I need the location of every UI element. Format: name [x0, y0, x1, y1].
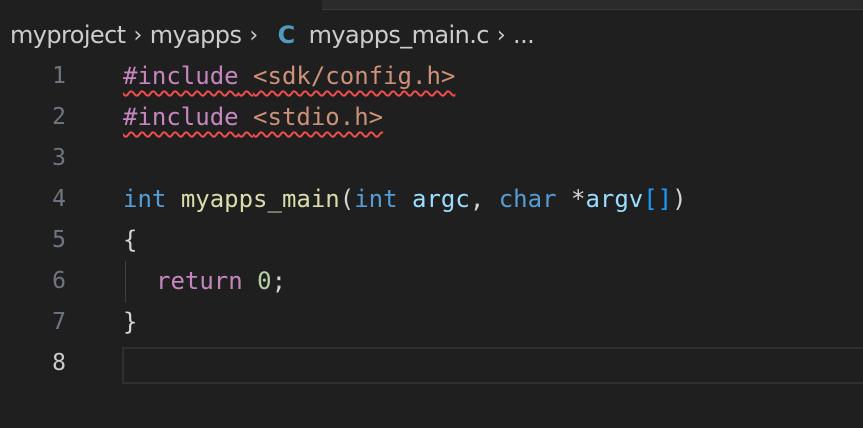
breadcrumb-item-file[interactable]: myapps_main.c — [307, 21, 491, 49]
array-brackets: [] — [643, 185, 673, 213]
parameter: argc — [412, 185, 470, 213]
code-text[interactable]: int myapps_main(int argc, char *argv[]) — [123, 179, 687, 220]
function-name: myapps_main — [180, 185, 340, 213]
preprocessor-directive: #include — [123, 62, 239, 90]
chevron-right-icon: › — [249, 22, 258, 48]
brace-close: } — [123, 308, 138, 336]
code-line-current[interactable]: 8 — [0, 343, 863, 384]
chevron-right-icon: › — [496, 22, 506, 48]
code-line[interactable]: 4 int myapps_main(int argc, char *argv[]… — [0, 179, 863, 220]
code-text[interactable]: #include <sdk/config.h> — [123, 56, 455, 97]
chevron-right-icon: › — [133, 22, 142, 48]
code-text[interactable]: return 0; — [156, 261, 286, 302]
paren: ) — [672, 185, 687, 213]
line-number[interactable]: 2 — [0, 97, 66, 138]
control-keyword: return — [156, 267, 243, 295]
code-line[interactable]: 6 return 0; — [0, 261, 863, 302]
code-text[interactable]: } — [123, 302, 137, 343]
code-line[interactable]: 5 { — [0, 220, 863, 261]
code-text[interactable]: #include <stdio.h> — [123, 97, 383, 138]
code-editor[interactable]: 1 #include <sdk/config.h> 2 #include <st… — [0, 56, 863, 428]
code-line[interactable]: 1 #include <sdk/config.h> — [0, 56, 863, 97]
breadcrumb: myproject › myapps › C myapps_main.c › .… — [8, 18, 536, 52]
semicolon: ; — [271, 267, 287, 295]
type-keyword: char — [498, 185, 557, 213]
preprocessor-directive: #include — [123, 103, 239, 131]
breadcrumb-item-project[interactable]: myproject — [8, 21, 127, 49]
paren: ( — [339, 185, 355, 213]
include-path: <sdk/config.h> — [253, 62, 456, 90]
line-number[interactable]: 4 — [0, 179, 66, 220]
breadcrumb-item-folder[interactable]: myapps — [148, 21, 244, 49]
line-number[interactable]: 7 — [0, 302, 66, 343]
code-line[interactable]: 3 — [0, 138, 863, 179]
line-number[interactable]: 1 — [0, 56, 66, 97]
code-line[interactable]: 2 #include <stdio.h> — [0, 97, 863, 138]
line-number[interactable]: 8 — [0, 343, 66, 384]
code-text[interactable]: { — [123, 220, 137, 261]
line-number[interactable]: 6 — [0, 261, 66, 302]
type-keyword: int — [123, 185, 167, 213]
parameter: argv — [585, 185, 644, 213]
number-literal: 0 — [257, 267, 272, 295]
pointer-star: * — [556, 185, 586, 213]
comma: , — [469, 185, 499, 213]
tab-strip — [322, 0, 863, 10]
line-number[interactable]: 3 — [0, 138, 66, 179]
code-line[interactable]: 7 } — [0, 302, 863, 343]
type-keyword: int — [354, 185, 398, 213]
brace-open: { — [123, 226, 138, 254]
breadcrumb-item-symbols[interactable]: ... — [511, 21, 536, 49]
include-path: <stdio.h> — [253, 103, 384, 131]
line-number[interactable]: 5 — [0, 220, 66, 261]
tab-bar-edge — [0, 0, 863, 12]
c-file-icon: C — [277, 21, 296, 49]
